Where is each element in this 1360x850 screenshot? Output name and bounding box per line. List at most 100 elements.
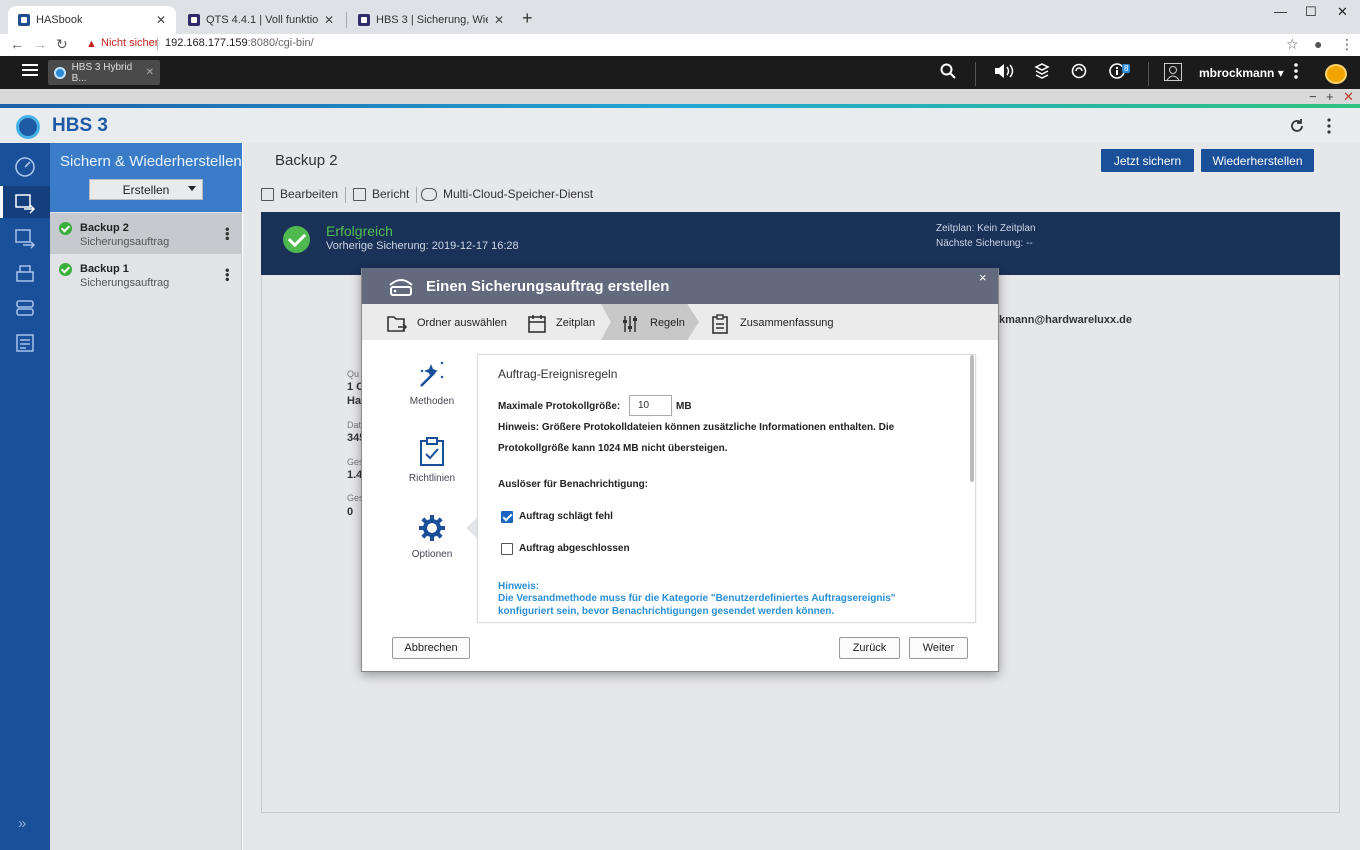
total2-value: 0 [347, 506, 354, 518]
trigger-label: Auslöser für Benachrichtigung: [498, 479, 649, 490]
close-window-icon[interactable]: ✕ [1337, 4, 1348, 20]
job-menu-icon[interactable]: ••• [220, 268, 235, 282]
profile-icon[interactable]: ● [1314, 36, 1322, 52]
app-close-icon[interactable]: ✕ [1343, 89, 1354, 105]
topbar-divider [1148, 62, 1149, 86]
username-menu[interactable]: mbrockmann ▾ [1199, 66, 1284, 80]
magic-wand-icon[interactable] [417, 360, 447, 390]
menu-methods[interactable]: Methoden [397, 396, 467, 407]
next-button[interactable]: Weiter [909, 637, 968, 659]
previous-backup-label: Vorherige Sicherung: [326, 240, 429, 252]
tab-divider [346, 12, 347, 28]
menu-options[interactable]: Optionen [397, 549, 467, 560]
forward-arrow-icon[interactable]: → [33, 36, 47, 52]
success-check-icon [59, 222, 72, 235]
dashboard-gauge-icon[interactable] [1325, 64, 1347, 84]
backup-restore-icon[interactable] [14, 192, 36, 214]
schedule-value: Kein Zeitplan [977, 223, 1036, 234]
browser-tab-hbs[interactable]: HBS 3 | Sicherung, Wiederherste ✕ [348, 6, 514, 34]
step-rules[interactable]: Regeln [650, 317, 685, 329]
calendar-icon [528, 314, 546, 334]
job-completed-label[interactable]: Auftrag abgeschlossen [519, 543, 630, 554]
app-maximize-icon[interactable]: + [1326, 89, 1334, 104]
content-scrollbar[interactable] [970, 355, 974, 482]
browser-tab-qts[interactable]: QTS 4.4.1 | Voll funktionsfähiges ✕ [178, 6, 344, 34]
job-failed-checkbox[interactable] [501, 511, 513, 523]
edit-button[interactable]: Bearbeiten [261, 187, 338, 201]
url-field[interactable]: 192.168.177.159:8080/cgi-bin/ [165, 37, 314, 49]
refresh-icon[interactable] [1289, 118, 1305, 134]
browser-menu-icon[interactable]: ⋮ [1340, 36, 1354, 53]
app-chip-label: HBS 3 Hybrid B... [71, 61, 133, 84]
storage-space-icon[interactable] [14, 262, 36, 284]
step-schedule[interactable]: Zeitplan [556, 317, 595, 329]
maximize-window-icon[interactable]: ☐ [1305, 4, 1317, 20]
services-icon[interactable] [14, 297, 36, 319]
minimize-window-icon[interactable]: — [1274, 4, 1287, 19]
options-gear-icon[interactable] [418, 514, 446, 542]
logs-icon[interactable] [14, 332, 36, 354]
job-item-backup-2[interactable]: Backup 2 Sicherungsauftrag ••• [50, 213, 242, 254]
menu-pointer [466, 518, 477, 538]
dialog-close-icon[interactable]: × [979, 270, 987, 285]
step-summary[interactable]: Zusammenfassung [740, 317, 834, 329]
left-navigation [0, 143, 50, 850]
log-size-hint-line1: Hinweis: Größere Protokolldateien können… [498, 422, 895, 433]
menu-policies[interactable]: Richtlinien [397, 473, 467, 484]
notification-badge: 8 [1122, 64, 1131, 73]
cancel-button[interactable]: Abbrechen [392, 637, 470, 659]
new-tab-button[interactable]: + [522, 8, 533, 29]
sync-nav-icon[interactable] [14, 227, 36, 249]
notification-hint-line2: konfiguriert sein, bevor Benachrichtigun… [498, 606, 835, 617]
more-options-icon[interactable] [1293, 63, 1299, 79]
success-check-icon [283, 226, 310, 253]
reload-icon[interactable]: ↻ [56, 36, 68, 53]
restore-button[interactable]: Wiederherstellen [1201, 149, 1314, 172]
next-backup-info: Nächste Sicherung: -- [936, 238, 1033, 249]
back-arrow-icon[interactable]: ← [10, 36, 24, 52]
job-failed-label[interactable]: Auftrag schlägt fehl [519, 511, 613, 522]
hbs-app-chip[interactable]: HBS 3 Hybrid B... ✕ [48, 60, 160, 85]
max-log-size-input[interactable]: 10 [629, 395, 672, 416]
app-chip-close-icon[interactable]: ✕ [146, 67, 154, 78]
volume-icon[interactable] [994, 63, 1014, 79]
qts-top-bar [0, 56, 1360, 89]
search-icon[interactable] [940, 63, 956, 79]
tab-close-icon[interactable]: ✕ [156, 13, 166, 27]
policy-clipboard-icon[interactable] [419, 437, 445, 467]
tab-close-icon[interactable]: ✕ [324, 13, 334, 27]
event-rules-title: Auftrag-Ereignisregeln [498, 367, 618, 381]
step-folder-select[interactable]: Ordner auswählen [417, 317, 507, 329]
hbs-favicon-icon [358, 14, 370, 26]
status-text: Erfolgreich [326, 223, 393, 239]
back-button[interactable]: Zurück [839, 637, 900, 659]
total-value: 1.4 [347, 469, 363, 481]
job-name: Backup 2 [80, 222, 129, 234]
backup-now-button[interactable]: Jetzt sichern [1101, 149, 1194, 172]
security-label[interactable]: Nicht sicher [101, 37, 158, 49]
stack-icon[interactable] [1034, 63, 1050, 79]
username-label: mbrockmann [1199, 66, 1275, 80]
create-button[interactable]: Erstellen [89, 179, 203, 200]
overview-gauge-icon[interactable] [14, 156, 36, 178]
browser-tab-hasbook[interactable]: HASbook ✕ [8, 6, 176, 34]
job-menu-icon[interactable]: ••• [220, 227, 235, 241]
bookmark-star-icon[interactable]: ☆ [1286, 36, 1299, 53]
tab-close-icon[interactable]: ✕ [494, 13, 504, 27]
user-avatar-icon[interactable] [1164, 63, 1182, 81]
hamburger-menu-icon[interactable] [22, 63, 38, 77]
multi-cloud-button[interactable]: Multi-Cloud-Speicher-Dienst [421, 187, 593, 201]
job-item-backup-1[interactable]: Backup 1 Sicherungsauftrag ••• [50, 254, 242, 295]
warning-triangle-icon[interactable]: ▲ [86, 38, 97, 50]
expand-sidebar-icon[interactable]: » [18, 815, 26, 832]
report-button[interactable]: Bericht [353, 187, 409, 201]
job-completed-checkbox[interactable] [501, 543, 513, 555]
dropdown-caret-icon [188, 186, 196, 191]
sync-icon[interactable] [1071, 63, 1087, 79]
hbs-header [0, 108, 1360, 143]
hbs-menu-icon[interactable] [1326, 118, 1332, 134]
cloud-icon [421, 187, 437, 201]
schedule-label: Zeitplan: [936, 223, 975, 234]
app-minimize-icon[interactable]: − [1309, 89, 1317, 104]
report-icon [353, 187, 366, 201]
